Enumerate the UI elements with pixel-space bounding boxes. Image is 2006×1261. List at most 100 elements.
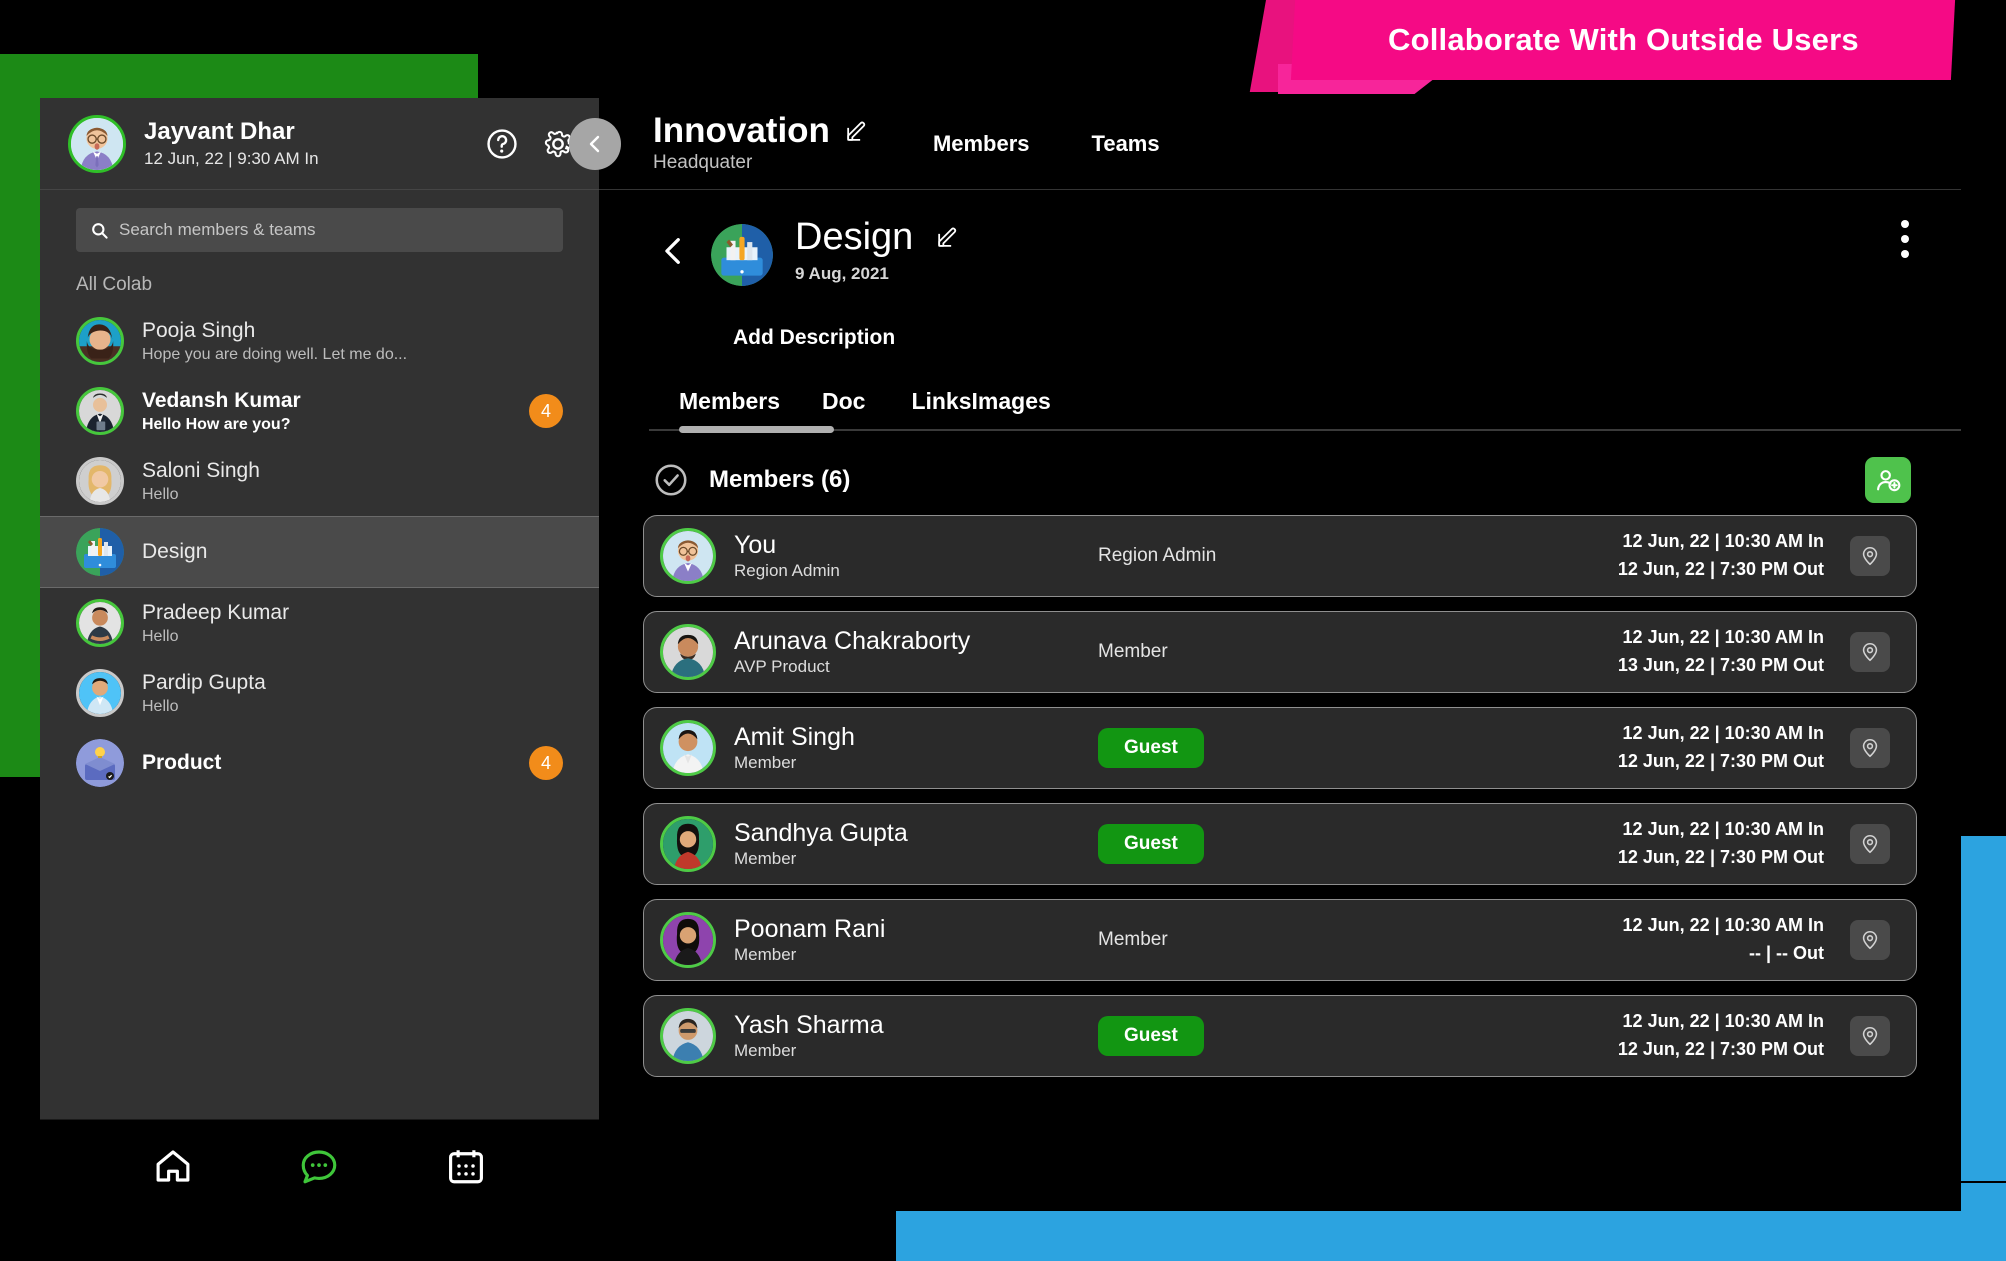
list-item-text: Design bbox=[142, 539, 563, 565]
search-icon bbox=[92, 222, 108, 239]
list-item-text: Pooja Singh Hope you are doing well. Let… bbox=[142, 318, 563, 364]
collapse-sidebar-button[interactable] bbox=[569, 118, 621, 170]
current-user-name: Jayvant Dhar bbox=[144, 118, 295, 146]
group-title-row: Design bbox=[795, 217, 960, 258]
sidebar-item-product[interactable]: Product 4 bbox=[40, 728, 599, 798]
member-name: Sandhya Gupta bbox=[734, 818, 908, 847]
chat-bubble-icon[interactable] bbox=[298, 1145, 340, 1187]
check-circle-icon bbox=[653, 462, 689, 498]
add-description-button[interactable]: Add Description bbox=[733, 326, 1917, 350]
member-name: Amit Singh bbox=[734, 722, 855, 751]
table-row[interactable]: Sandhya Gupta Member Guest 12 Jun, 22 | … bbox=[643, 803, 1917, 885]
tab-doc[interactable]: Doc bbox=[822, 388, 865, 431]
avatar bbox=[660, 816, 716, 872]
avatar bbox=[76, 317, 124, 365]
sidebar-item-title: Pardip Gupta bbox=[142, 671, 266, 695]
avatar bbox=[660, 528, 716, 584]
current-user-avatar[interactable] bbox=[68, 114, 126, 173]
location-pin-icon[interactable] bbox=[1850, 536, 1890, 576]
sidebar-item-saloni-singh[interactable]: Saloni Singh Hello bbox=[40, 446, 599, 516]
avatar bbox=[76, 387, 124, 435]
help-circle-icon[interactable] bbox=[485, 127, 519, 161]
avatar bbox=[76, 599, 124, 647]
status-badge: Guest bbox=[1098, 1016, 1204, 1056]
sidebar-header-actions bbox=[485, 127, 575, 161]
member-identity: Amit Singh Member bbox=[734, 723, 1074, 774]
sidebar-item-pooja-singh[interactable]: Pooja Singh Hope you are doing well. Let… bbox=[40, 306, 599, 376]
list-item-text: Pradeep Kumar Hello bbox=[142, 600, 563, 646]
organization-block: Innovation Headquater bbox=[653, 112, 869, 174]
tab-links[interactable]: Links bbox=[911, 388, 971, 431]
nav-members[interactable]: Members bbox=[933, 131, 1030, 157]
current-user-info: Jayvant Dhar 12 Jun, 22 | 9:30 AM In bbox=[144, 118, 485, 169]
list-item-text: Pardip Gupta Hello bbox=[142, 670, 563, 716]
sidebar-item-title: Pradeep Kumar bbox=[142, 601, 290, 625]
location-pin-icon[interactable] bbox=[1850, 728, 1890, 768]
group-meta: Design 9 Aug, 2021 bbox=[795, 217, 960, 284]
group-header: Design 9 Aug, 2021 bbox=[643, 190, 1917, 286]
check-in-time: 12 Jun, 22 | 10:30 AM In bbox=[1622, 531, 1824, 552]
member-identity: Yash Sharma Member bbox=[734, 1011, 1074, 1062]
member-role: Region Admin bbox=[1098, 545, 1217, 566]
list-item-text: Product bbox=[142, 750, 511, 776]
member-identity: You Region Admin bbox=[734, 531, 1074, 582]
location-pin-icon[interactable] bbox=[1850, 920, 1890, 960]
member-times: 12 Jun, 22 | 10:30 AM In 12 Jun, 22 | 7:… bbox=[1554, 1008, 1824, 1064]
home-icon[interactable] bbox=[152, 1145, 194, 1187]
list-item-text: Saloni Singh Hello bbox=[142, 458, 563, 504]
tab-images[interactable]: Images bbox=[972, 388, 1051, 431]
kebab-dot bbox=[1901, 250, 1909, 258]
sidebar-item-design[interactable]: Design bbox=[40, 516, 599, 588]
table-row[interactable]: Arunava Chakraborty AVP Product Member 1… bbox=[643, 611, 1917, 693]
check-out-time: 12 Jun, 22 | 7:30 PM Out bbox=[1617, 751, 1824, 771]
check-out-time: 12 Jun, 22 | 7:30 PM Out bbox=[1617, 1039, 1824, 1059]
unread-badge: 4 bbox=[529, 746, 563, 780]
sidebar-item-title: Vedansh Kumar bbox=[142, 389, 301, 413]
table-row[interactable]: Poonam Rani Member Member 12 Jun, 22 | 1… bbox=[643, 899, 1917, 981]
member-times: 12 Jun, 22 | 10:30 AM In 12 Jun, 22 | 7:… bbox=[1554, 528, 1824, 584]
member-identity: Arunava Chakraborty AVP Product bbox=[734, 627, 1074, 678]
table-row[interactable]: Amit Singh Member Guest 12 Jun, 22 | 10:… bbox=[643, 707, 1917, 789]
member-designation: Member bbox=[734, 753, 797, 773]
table-row[interactable]: You Region Admin Region Admin 12 Jun, 22… bbox=[643, 515, 1917, 597]
edit-pencil-icon[interactable] bbox=[844, 119, 869, 144]
table-row[interactable]: Yash Sharma Member Guest 12 Jun, 22 | 10… bbox=[643, 995, 1917, 1077]
back-chevron-icon[interactable] bbox=[657, 234, 691, 268]
member-times: 12 Jun, 22 | 10:30 AM In 13 Jun, 22 | 7:… bbox=[1554, 624, 1824, 680]
content-tabs: Members Doc Links Images bbox=[649, 388, 1961, 433]
member-times: 12 Jun, 22 | 10:30 AM In 12 Jun, 22 | 7:… bbox=[1554, 720, 1824, 776]
sidebar-item-preview: Hello bbox=[142, 627, 179, 645]
avatar bbox=[660, 912, 716, 968]
member-designation: AVP Product bbox=[734, 657, 830, 677]
decorative-blue-right-block bbox=[1958, 836, 2006, 1181]
kebab-menu-icon[interactable] bbox=[1901, 220, 1909, 265]
sidebar: Jayvant Dhar 12 Jun, 22 | 9:30 AM In Sea… bbox=[40, 98, 621, 1211]
avatar bbox=[660, 720, 716, 776]
check-in-time: 12 Jun, 22 | 10:30 AM In bbox=[1622, 819, 1824, 840]
search-input[interactable] bbox=[119, 220, 549, 240]
location-pin-icon[interactable] bbox=[1850, 1016, 1890, 1056]
sidebar-item-pradeep-kumar[interactable]: Pradeep Kumar Hello bbox=[40, 588, 599, 658]
main-header: Innovation Headquater Members Teams bbox=[599, 98, 1961, 190]
check-out-time: -- | -- Out bbox=[1748, 943, 1824, 963]
search-box[interactable] bbox=[76, 208, 563, 252]
calendar-icon[interactable] bbox=[445, 1145, 487, 1187]
sidebar-item-preview: Hope you are doing well. Let me do... bbox=[142, 345, 408, 363]
check-out-time: 12 Jun, 22 | 7:30 PM Out bbox=[1617, 559, 1824, 579]
sidebar-item-title: Design bbox=[142, 540, 208, 564]
sidebar-item-pardip-gupta[interactable]: Pardip Gupta Hello bbox=[40, 658, 599, 728]
location-pin-icon[interactable] bbox=[1850, 824, 1890, 864]
main-body: Design 9 Aug, 2021 Add Description Membe… bbox=[599, 190, 1961, 1211]
member-identity: Sandhya Gupta Member bbox=[734, 819, 1074, 870]
banner-text: Collaborate With Outside Users bbox=[1387, 22, 1859, 57]
sidebar-item-title: Product bbox=[142, 751, 222, 775]
tab-members[interactable]: Members bbox=[679, 388, 780, 431]
check-out-time: 12 Jun, 22 | 7:30 PM Out bbox=[1617, 847, 1824, 867]
add-person-icon[interactable] bbox=[1865, 457, 1911, 503]
location-pin-icon[interactable] bbox=[1850, 632, 1890, 672]
check-in-time: 12 Jun, 22 | 10:30 AM In bbox=[1622, 723, 1824, 744]
nav-teams[interactable]: Teams bbox=[1092, 131, 1160, 157]
sidebar-item-vedansh-kumar[interactable]: Vedansh Kumar Hello How are you? 4 bbox=[40, 376, 599, 446]
edit-pencil-icon[interactable] bbox=[935, 225, 960, 250]
screenshot-stage: Collaborate With Outside Users Jayvant D… bbox=[0, 0, 2006, 1261]
